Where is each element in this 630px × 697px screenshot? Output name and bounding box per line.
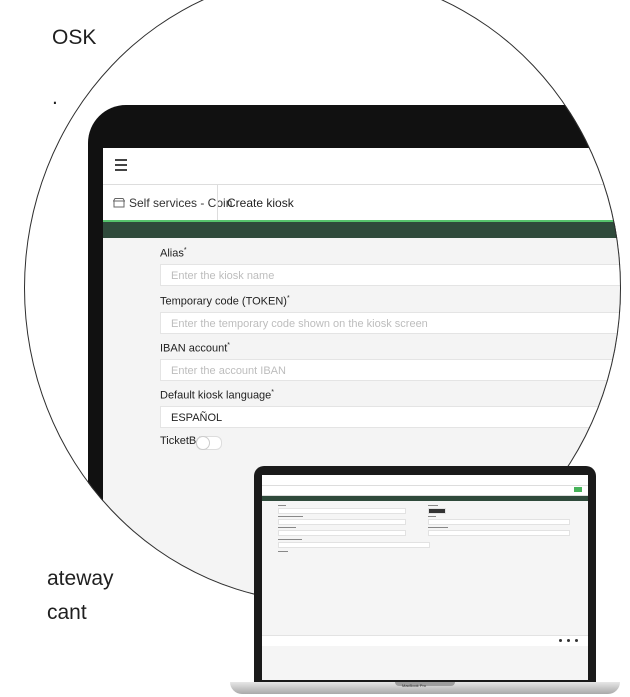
mini-input	[428, 530, 570, 536]
mini-select	[278, 542, 430, 548]
breadcrumb-separator	[217, 185, 218, 221]
breadcrumb: Self services - Coin Create kiosk	[103, 185, 621, 222]
laptop-screen	[262, 475, 588, 680]
token-input[interactable]: Enter the temporary code shown on the ki…	[160, 312, 621, 334]
mini-footer	[262, 635, 588, 646]
background-text-bottom-2: cant	[47, 601, 87, 624]
language-select[interactable]: ESPAÑOL	[160, 406, 621, 428]
mini-button	[428, 508, 446, 514]
language-label: Default kiosk language*	[160, 389, 275, 402]
mini-footer-icon	[559, 639, 562, 642]
mini-label	[278, 527, 296, 528]
mini-label	[428, 527, 448, 528]
mini-label	[278, 539, 302, 540]
mini-footer-icon	[575, 639, 578, 642]
mini-top-bar	[262, 475, 588, 486]
background-text-top: OSK	[52, 26, 97, 49]
mini-footer-icon	[567, 639, 570, 642]
mini-input	[428, 519, 570, 525]
mini-save-button[interactable]	[574, 487, 582, 492]
alias-input[interactable]: Enter the kiosk name	[160, 264, 621, 286]
ticketbai-toggle[interactable]	[196, 436, 222, 450]
store-icon	[113, 198, 125, 208]
token-label: Temporary code (TOKEN)*	[160, 295, 290, 308]
alias-label: Alias*	[160, 247, 187, 260]
toggle-knob	[196, 436, 210, 450]
mini-input	[278, 530, 406, 536]
menu-icon[interactable]	[115, 159, 127, 174]
background-text-dot: .	[52, 86, 58, 109]
device-label: MacBook Pro	[402, 683, 427, 688]
mini-label	[428, 516, 436, 517]
mini-input	[278, 519, 406, 525]
mini-header-bar	[262, 496, 588, 501]
iban-input[interactable]: Enter the account IBAN	[160, 359, 621, 381]
top-bar	[103, 148, 621, 185]
form-header-bar	[103, 222, 621, 238]
breadcrumb-section[interactable]: Self services - Coin	[113, 196, 232, 210]
mini-breadcrumb	[262, 486, 588, 496]
mini-label	[428, 505, 438, 506]
breadcrumb-current: Create kiosk	[227, 196, 294, 210]
mini-input	[278, 508, 406, 514]
mini-label	[278, 551, 288, 552]
mini-label	[278, 516, 303, 517]
iban-label: IBAN account*	[160, 342, 230, 355]
mini-label	[278, 505, 286, 506]
